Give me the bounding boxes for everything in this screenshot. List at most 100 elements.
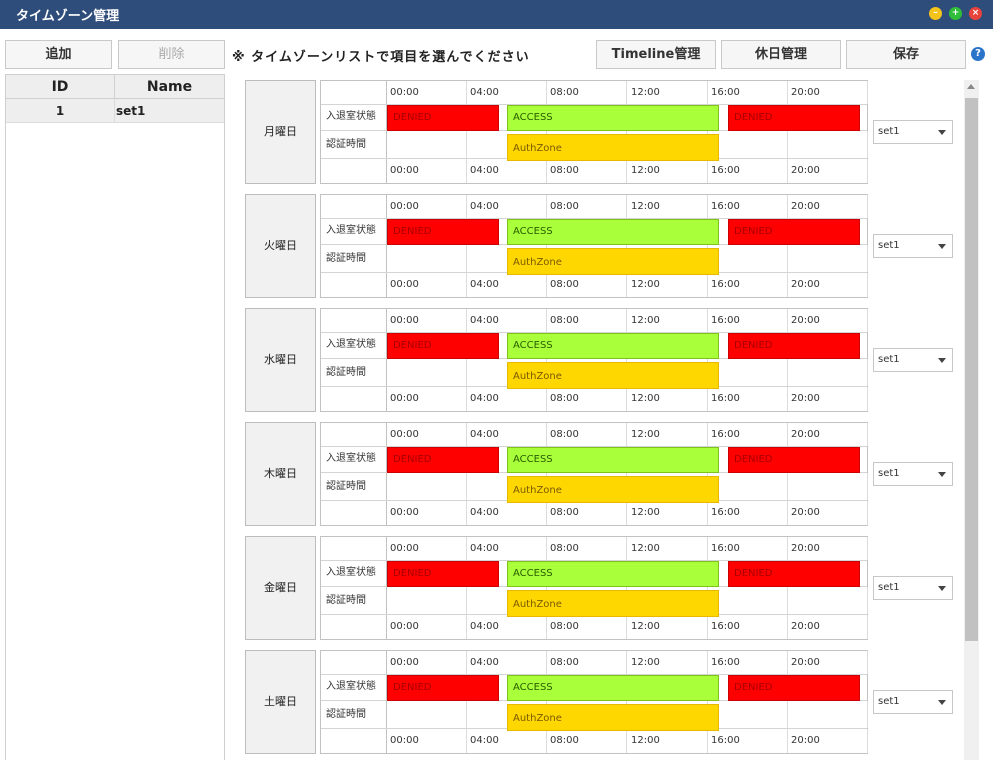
row-label-blank <box>321 387 387 411</box>
auth-grid-cell <box>387 473 467 500</box>
day-row: 土曜日 00:00 04:00 08:00 12:00 16:00 20:00 入退室状態 認証… <box>245 650 955 754</box>
timezone-set-select[interactable]: set1 <box>873 576 953 600</box>
denied-segment[interactable]: DENIED <box>728 447 860 473</box>
id-column-header[interactable]: ID <box>6 75 115 98</box>
access-segment[interactable]: ACCESS <box>507 333 719 359</box>
timezone-set-select[interactable]: set1 <box>873 234 953 258</box>
timeline-management-button[interactable]: Timeline管理 <box>596 40 716 69</box>
scrollbar[interactable] <box>964 80 979 760</box>
day-label[interactable]: 土曜日 <box>245 650 316 754</box>
timezone-set-select[interactable]: set1 <box>873 348 953 372</box>
hour-label: 04:00 <box>467 501 547 525</box>
help-icon[interactable]: ? <box>971 47 985 61</box>
auth-zone-segment[interactable]: AuthZone <box>507 248 719 275</box>
access-segment[interactable]: ACCESS <box>507 105 719 131</box>
select-value: set1 <box>878 126 900 137</box>
denied-segment[interactable]: DENIED <box>728 219 860 245</box>
hour-label: 20:00 <box>788 159 868 183</box>
denied-segment[interactable]: DENIED <box>387 561 499 587</box>
hour-label: 16:00 <box>708 537 788 560</box>
row-label-blank <box>321 651 387 674</box>
hour-footer-row: 00:00 04:00 08:00 12:00 16:00 20:00 <box>321 615 868 639</box>
denied-segment[interactable]: DENIED <box>387 105 499 131</box>
denied-segment[interactable]: DENIED <box>387 219 499 245</box>
row-label-blank <box>321 159 387 183</box>
scroll-thumb[interactable] <box>965 98 978 641</box>
hour-label: 04:00 <box>467 615 547 639</box>
delete-button[interactable]: 削除 <box>118 40 225 69</box>
chevron-down-icon <box>938 472 946 477</box>
status-row-label: 入退室状態 <box>321 105 387 130</box>
hour-label: 08:00 <box>547 273 627 297</box>
auth-row-label: 認証時間 <box>321 245 387 272</box>
day-label[interactable]: 金曜日 <box>245 536 316 640</box>
day-label[interactable]: 月曜日 <box>245 80 316 184</box>
access-segment[interactable]: ACCESS <box>507 561 719 587</box>
hour-label: 08:00 <box>547 423 627 446</box>
timezone-set-select[interactable]: set1 <box>873 120 953 144</box>
list-item-name: set1 <box>116 104 146 118</box>
hour-label: 04:00 <box>467 273 547 297</box>
hour-label: 08:00 <box>547 81 627 104</box>
denied-segment[interactable]: DENIED <box>728 333 860 359</box>
holiday-management-button[interactable]: 休日管理 <box>721 40 841 69</box>
hour-footer-row: 00:00 04:00 08:00 12:00 16:00 20:00 <box>321 273 868 297</box>
hour-label: 12:00 <box>628 501 708 525</box>
status-row-label: 入退室状態 <box>321 219 387 244</box>
auth-zone-segment[interactable]: AuthZone <box>507 134 719 161</box>
auth-grid-cell <box>708 131 788 158</box>
timezone-set-select[interactable]: set1 <box>873 690 953 714</box>
timezone-set-select[interactable]: set1 <box>873 462 953 486</box>
day-row: 火曜日 00:00 04:00 08:00 12:00 16:00 20:00 入退室状態 認証… <box>245 194 955 298</box>
access-segment[interactable]: ACCESS <box>507 219 719 245</box>
access-segment[interactable]: ACCESS <box>507 675 719 701</box>
hour-label: 12:00 <box>628 309 708 332</box>
window-title: タイムゾーン管理 <box>16 9 120 24</box>
timeline-grid: 00:00 04:00 08:00 12:00 16:00 20:00 入退室状態 認証時間 0… <box>320 80 868 184</box>
denied-segment[interactable]: DENIED <box>728 675 860 701</box>
hour-header-row: 00:00 04:00 08:00 12:00 16:00 20:00 <box>321 651 868 675</box>
maximize-icon[interactable]: + <box>949 7 962 20</box>
day-label[interactable]: 水曜日 <box>245 308 316 412</box>
hour-label: 12:00 <box>628 159 708 183</box>
auth-zone-segment[interactable]: AuthZone <box>507 476 719 503</box>
hour-header-row: 00:00 04:00 08:00 12:00 16:00 20:00 <box>321 537 868 561</box>
minimize-icon[interactable]: – <box>929 7 942 20</box>
auth-grid-cell <box>708 473 788 500</box>
close-icon[interactable]: × <box>969 7 982 20</box>
chevron-down-icon <box>938 358 946 363</box>
chevron-down-icon <box>938 244 946 249</box>
day-label[interactable]: 木曜日 <box>245 422 316 526</box>
auth-zone-segment[interactable]: AuthZone <box>507 362 719 389</box>
hour-footer-row: 00:00 04:00 08:00 12:00 16:00 20:00 <box>321 159 868 183</box>
denied-segment[interactable]: DENIED <box>387 675 499 701</box>
access-segment[interactable]: ACCESS <box>507 447 719 473</box>
hour-header-row: 00:00 04:00 08:00 12:00 16:00 20:00 <box>321 195 868 219</box>
hour-label: 08:00 <box>547 537 627 560</box>
list-item[interactable]: 1 set1 <box>6 99 224 123</box>
denied-segment[interactable]: DENIED <box>728 105 860 131</box>
auth-zone-segment[interactable]: AuthZone <box>507 704 719 731</box>
hour-label: 08:00 <box>547 729 627 753</box>
name-column-header[interactable]: Name <box>115 75 224 98</box>
denied-segment[interactable]: DENIED <box>728 561 860 587</box>
row-label-blank <box>321 501 387 525</box>
day-label[interactable]: 火曜日 <box>245 194 316 298</box>
hour-label: 12:00 <box>628 615 708 639</box>
hour-label: 12:00 <box>628 651 708 674</box>
hour-label: 16:00 <box>708 387 788 411</box>
select-value: set1 <box>878 240 900 251</box>
auth-grid-cell <box>387 359 467 386</box>
scroll-up-icon[interactable] <box>967 84 975 89</box>
auth-zone-segment[interactable]: AuthZone <box>507 590 719 617</box>
hour-header-row: 00:00 04:00 08:00 12:00 16:00 20:00 <box>321 309 868 333</box>
status-row-label: 入退室状態 <box>321 675 387 700</box>
select-value: set1 <box>878 468 900 479</box>
status-row-label: 入退室状態 <box>321 333 387 358</box>
denied-segment[interactable]: DENIED <box>387 333 499 359</box>
auth-row-label: 認証時間 <box>321 587 387 614</box>
hour-label: 20:00 <box>788 651 868 674</box>
add-button[interactable]: 追加 <box>5 40 112 69</box>
denied-segment[interactable]: DENIED <box>387 447 499 473</box>
save-button[interactable]: 保存 <box>846 40 966 69</box>
